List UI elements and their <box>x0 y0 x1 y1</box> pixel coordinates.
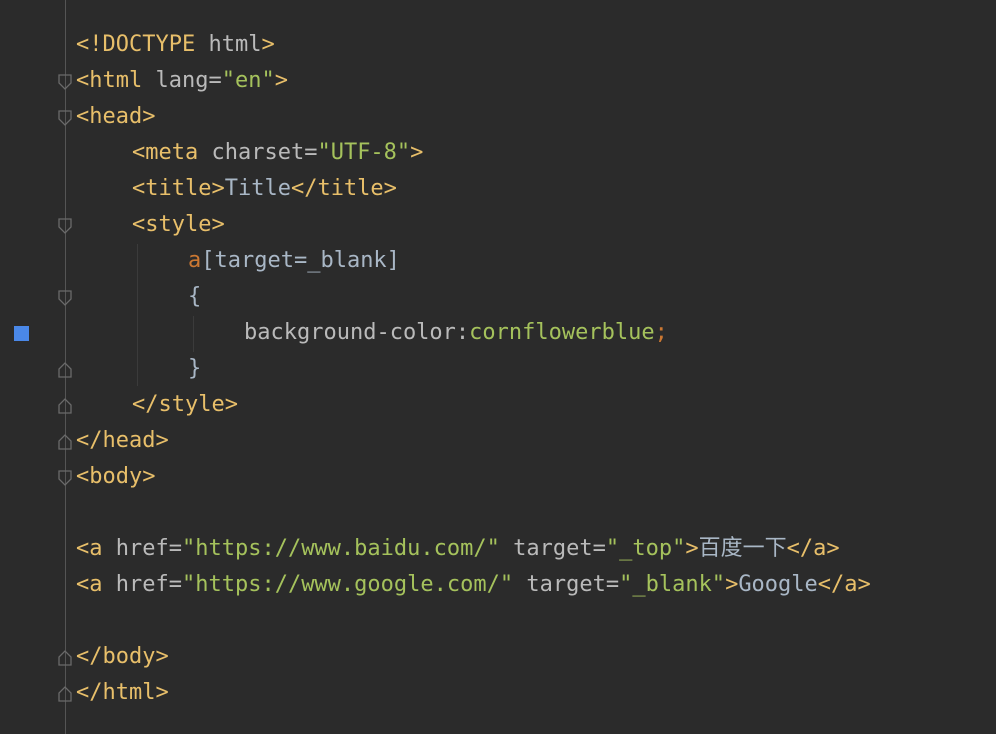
code-line-8[interactable]: { <box>188 279 201 315</box>
code-token: "en" <box>221 68 275 93</box>
code-token: > <box>410 140 424 165</box>
code-token: <meta <box>132 140 199 165</box>
code-token: Title <box>224 176 291 201</box>
code-token: cornflowerblue <box>469 320 655 345</box>
code-token: "https://www.baidu.com/" <box>181 536 500 561</box>
code-token: </style> <box>132 392 238 417</box>
code-token: { <box>188 284 202 309</box>
code-token: </body> <box>76 644 169 669</box>
code-line-7[interactable]: a[target=_blank] <box>188 243 400 279</box>
code-token: "_top" <box>605 536 686 561</box>
indent-guide <box>193 316 194 352</box>
code-token: target= <box>513 572 620 597</box>
fold-close-icon[interactable] <box>58 434 72 450</box>
code-token: </title> <box>290 176 397 201</box>
code-token: a <box>188 248 202 273</box>
fold-close-icon[interactable] <box>58 686 72 702</box>
code-token: href= <box>102 572 182 597</box>
code-token: <head> <box>76 104 156 129</box>
code-line-16[interactable]: <a href="https://www.google.com/" target… <box>76 567 871 603</box>
fold-open-icon[interactable] <box>58 290 72 306</box>
fold-open-icon[interactable] <box>58 218 72 234</box>
code-token: > <box>725 572 739 597</box>
code-line-19[interactable]: </html> <box>76 675 169 711</box>
fold-close-icon[interactable] <box>58 650 72 666</box>
code-token: > <box>685 536 699 561</box>
code-token: <title> <box>132 176 225 201</box>
code-line-9[interactable]: background-color:cornflowerblue; <box>244 315 668 351</box>
code-token: } <box>188 356 202 381</box>
fold-close-icon[interactable] <box>58 398 72 414</box>
code-token: > <box>274 68 288 93</box>
code-token: </head> <box>76 428 169 453</box>
code-line-5[interactable]: <title>Title</title> <box>132 171 397 207</box>
code-token: href= <box>102 536 182 561</box>
code-line-4[interactable]: <meta charset="UTF-8"> <box>132 135 423 171</box>
code-line-1[interactable]: <!DOCTYPE html> <box>76 27 275 63</box>
fold-open-icon[interactable] <box>58 470 72 486</box>
code-line-11[interactable]: </style> <box>132 387 238 423</box>
code-token: > <box>261 32 275 57</box>
code-token: <!DOCTYPE <box>76 32 196 57</box>
code-token: html <box>195 32 262 57</box>
code-token: "_blank" <box>619 572 726 597</box>
code-token: lang= <box>142 68 222 93</box>
code-token: <a <box>76 536 103 561</box>
code-token: "https://www.google.com/" <box>181 572 514 597</box>
code-token: target= <box>499 536 606 561</box>
code-token: <a <box>76 572 103 597</box>
code-line-18[interactable]: </body> <box>76 639 169 675</box>
fold-open-icon[interactable] <box>58 74 72 90</box>
code-token: ; <box>654 320 668 345</box>
code-token: "UTF-8" <box>317 140 411 165</box>
code-token: Google <box>738 572 818 597</box>
code-line-15[interactable]: <a href="https://www.baidu.com/" target=… <box>76 531 840 567</box>
code-token: </html> <box>76 680 169 705</box>
code-line-10[interactable]: } <box>188 351 201 387</box>
code-token: <body> <box>76 464 156 489</box>
code-editor[interactable]: <!DOCTYPE html> <html lang="en"> <head> … <box>0 0 996 734</box>
code-line-6[interactable]: <style> <box>132 207 225 243</box>
code-line-3[interactable]: <head> <box>76 99 155 135</box>
indent-guide <box>137 244 138 386</box>
code-token: <style> <box>132 212 225 237</box>
code-token: 百度一下 <box>698 536 787 561</box>
fold-open-icon[interactable] <box>58 110 72 126</box>
code-line-12[interactable]: </head> <box>76 423 169 459</box>
code-token: charset= <box>198 140 318 165</box>
code-line-2[interactable]: <html lang="en"> <box>76 63 288 99</box>
bookmark-marker-icon[interactable] <box>14 326 29 341</box>
code-token: [target=_blank] <box>201 248 400 273</box>
code-line-13[interactable]: <body> <box>76 459 155 495</box>
fold-close-icon[interactable] <box>58 362 72 378</box>
code-token: </a> <box>786 536 840 561</box>
code-token: <html <box>76 68 143 93</box>
code-token: background-color: <box>244 320 470 345</box>
code-token: </a> <box>817 572 871 597</box>
